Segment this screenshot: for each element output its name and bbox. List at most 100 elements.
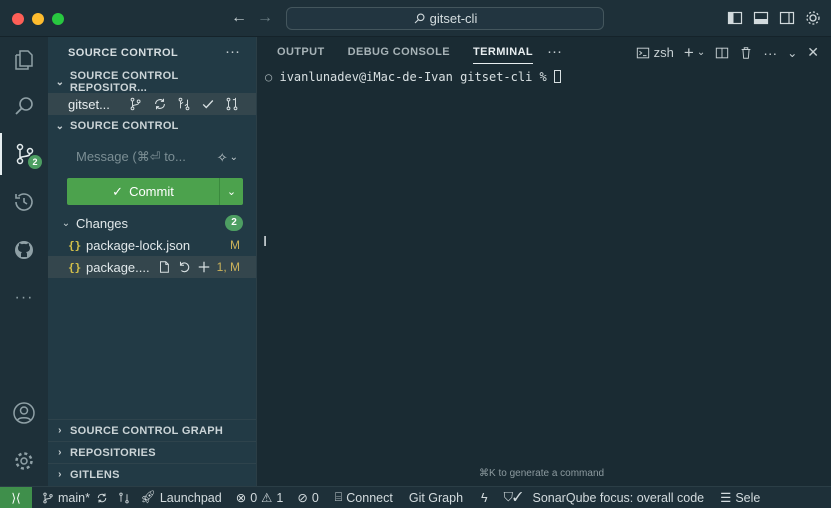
more-tabs-icon[interactable]: ···: [547, 43, 562, 60]
commit-dropdown-button[interactable]: ⌄: [219, 178, 243, 205]
repository-row[interactable]: gitset...: [48, 93, 256, 115]
git-compare-status[interactable]: [118, 492, 130, 504]
sync-icon[interactable]: [152, 96, 168, 112]
new-terminal-button[interactable]: + ⌄: [684, 44, 706, 61]
file-name: package....: [86, 259, 150, 275]
search-icon: [15, 97, 33, 115]
forward-arrow-icon[interactable]: →: [257, 9, 273, 27]
json-file-icon: {}: [68, 260, 82, 274]
ports-status[interactable]: ⊘ 0: [297, 490, 318, 506]
chevron-down-icon: ⌄: [61, 217, 71, 229]
branch-status[interactable]: main*: [42, 491, 90, 505]
section-title: REPOSITORIES: [70, 446, 156, 459]
more-actions-icon[interactable]: ···: [225, 43, 240, 60]
launchpad-status[interactable]: 🚀︎ Launchpad: [140, 490, 222, 505]
terminal-prompt: ivanlunadev@iMac-de-Ivan gitset-cli %: [279, 70, 547, 84]
problems-status[interactable]: ⊗ 0 ⚠ 1: [235, 490, 284, 506]
split-terminal-icon[interactable]: [715, 46, 729, 60]
sync-status[interactable]: [96, 492, 108, 504]
terminal-prompt-line[interactable]: ○ ivanlunadev@iMac-de-Ivan gitset-cli %: [265, 70, 562, 84]
changed-file-row[interactable]: {} package-lock.json M: [48, 234, 256, 256]
remote-icon: ⟩⟨: [11, 490, 21, 505]
commit-message-input[interactable]: Message (⌘⏎ to... ✧ ⌄: [67, 144, 243, 170]
file-name: package-lock.json: [86, 237, 191, 253]
warning-count: 1: [276, 490, 284, 505]
chevron-right-icon: ›: [58, 469, 62, 480]
git-compare-icon[interactable]: [176, 96, 192, 112]
check-icon: ✓: [112, 183, 124, 199]
discard-changes-icon[interactable]: [176, 259, 192, 275]
status-bar: ⟩⟨ main* 🚀︎ Launchpad ⊗ 0 ⚠ 1 ⊘ 0 ⌸ Conn…: [0, 486, 831, 508]
git-graph-status[interactable]: Git Graph: [409, 491, 463, 505]
terminal-scrollbar[interactable]: [815, 69, 825, 469]
sonarqube-status[interactable]: ⛉✓ SonarQube focus: overall code: [504, 490, 704, 505]
back-arrow-icon[interactable]: ←: [231, 9, 247, 27]
source-control-section-title: SOURCE CONTROL: [70, 120, 179, 132]
source-control-graph-section[interactable]: › SOURCE CONTROL GRAPH: [48, 419, 256, 441]
source-control-activity[interactable]: 2: [0, 133, 48, 175]
error-icon: ⊗: [235, 491, 247, 505]
minimize-window-button[interactable]: [32, 13, 44, 25]
explorer-activity[interactable]: [0, 39, 48, 81]
maximize-window-button[interactable]: [52, 13, 64, 25]
select-status[interactable]: ☰ Sele: [720, 490, 760, 506]
sparkle-icon[interactable]: ✧: [217, 150, 228, 166]
toggle-panel-icon[interactable]: [753, 10, 769, 26]
changes-group[interactable]: ⌄ Changes 2: [48, 212, 256, 234]
github-activity[interactable]: [0, 229, 48, 271]
launchpad-label: Launchpad: [159, 490, 222, 505]
more-actions-icon[interactable]: ···: [763, 45, 777, 61]
tab-debug-console[interactable]: DEBUG CONSOLE: [348, 46, 450, 64]
git-graph-label: Git Graph: [408, 490, 464, 505]
pull-request-icon[interactable]: [224, 96, 240, 112]
chevron-down-icon[interactable]: ⌄: [787, 46, 797, 60]
file-status: M: [230, 238, 240, 252]
connect-status[interactable]: ⌸ Connect: [335, 490, 393, 505]
repositories-section[interactable]: › REPOSITORIES: [48, 441, 256, 463]
timeline-activity[interactable]: [0, 181, 48, 223]
trash-icon[interactable]: [739, 46, 753, 60]
commit-label: Commit: [129, 184, 174, 199]
check-icon[interactable]: [200, 96, 216, 112]
tab-terminal[interactable]: TERMINAL: [473, 46, 534, 64]
chevron-down-icon: ⌄: [55, 76, 65, 88]
chevron-down-icon: ⌄: [696, 47, 706, 58]
search-icon: [414, 13, 425, 24]
source-control-badge: 2: [28, 155, 42, 169]
source-control-section-header[interactable]: ⌄ SOURCE CONTROL: [48, 115, 256, 137]
tab-output[interactable]: OUTPUT: [277, 46, 325, 64]
more-activities-icon[interactable]: ···: [0, 277, 48, 319]
lightning-status[interactable]: ϟ: [481, 491, 488, 505]
toggle-primary-sidebar-icon[interactable]: [727, 10, 743, 26]
repository-name: gitset...: [68, 96, 110, 112]
accounts-activity[interactable]: [0, 392, 48, 434]
commit-button[interactable]: ✓ Commit ⌄: [67, 178, 243, 205]
prompt-marker-icon: ○: [265, 70, 273, 84]
open-file-icon[interactable]: [156, 259, 172, 275]
manage-activity[interactable]: [0, 440, 48, 482]
customize-layout-icon[interactable]: [805, 10, 821, 26]
database-icon: ⌸: [334, 490, 343, 504]
section-title: SOURCE CONTROL GRAPH: [70, 424, 224, 437]
chevron-down-icon[interactable]: ⌄: [230, 152, 238, 166]
close-icon[interactable]: ✕: [807, 44, 819, 61]
search-activity[interactable]: [0, 85, 48, 127]
terminal-selector[interactable]: zsh: [636, 45, 674, 60]
history-icon: [15, 193, 33, 211]
branch-icon[interactable]: [128, 96, 144, 112]
repositories-section-header[interactable]: ⌄ SOURCE CONTROL REPOSITOR...: [48, 70, 256, 94]
command-center-search[interactable]: gitset-cli: [286, 7, 604, 30]
close-window-button[interactable]: [12, 13, 24, 25]
changed-file-row[interactable]: {} package.... 1, M: [48, 256, 256, 278]
gitlens-section[interactable]: › GITLENS: [48, 463, 256, 485]
chevron-right-icon: ›: [58, 447, 62, 458]
toggle-secondary-sidebar-icon[interactable]: [779, 10, 795, 26]
rocket-icon: 🚀︎: [139, 490, 156, 504]
error-count: 0: [250, 490, 258, 505]
remote-indicator[interactable]: ⟩⟨: [0, 486, 32, 508]
text-cursor-icon: Ⅰ: [263, 233, 268, 249]
file-status: 1, M: [216, 260, 240, 274]
stage-changes-icon[interactable]: [196, 259, 212, 275]
gear-icon: [15, 452, 33, 470]
repositories-section-title: SOURCE CONTROL REPOSITOR...: [69, 70, 179, 94]
